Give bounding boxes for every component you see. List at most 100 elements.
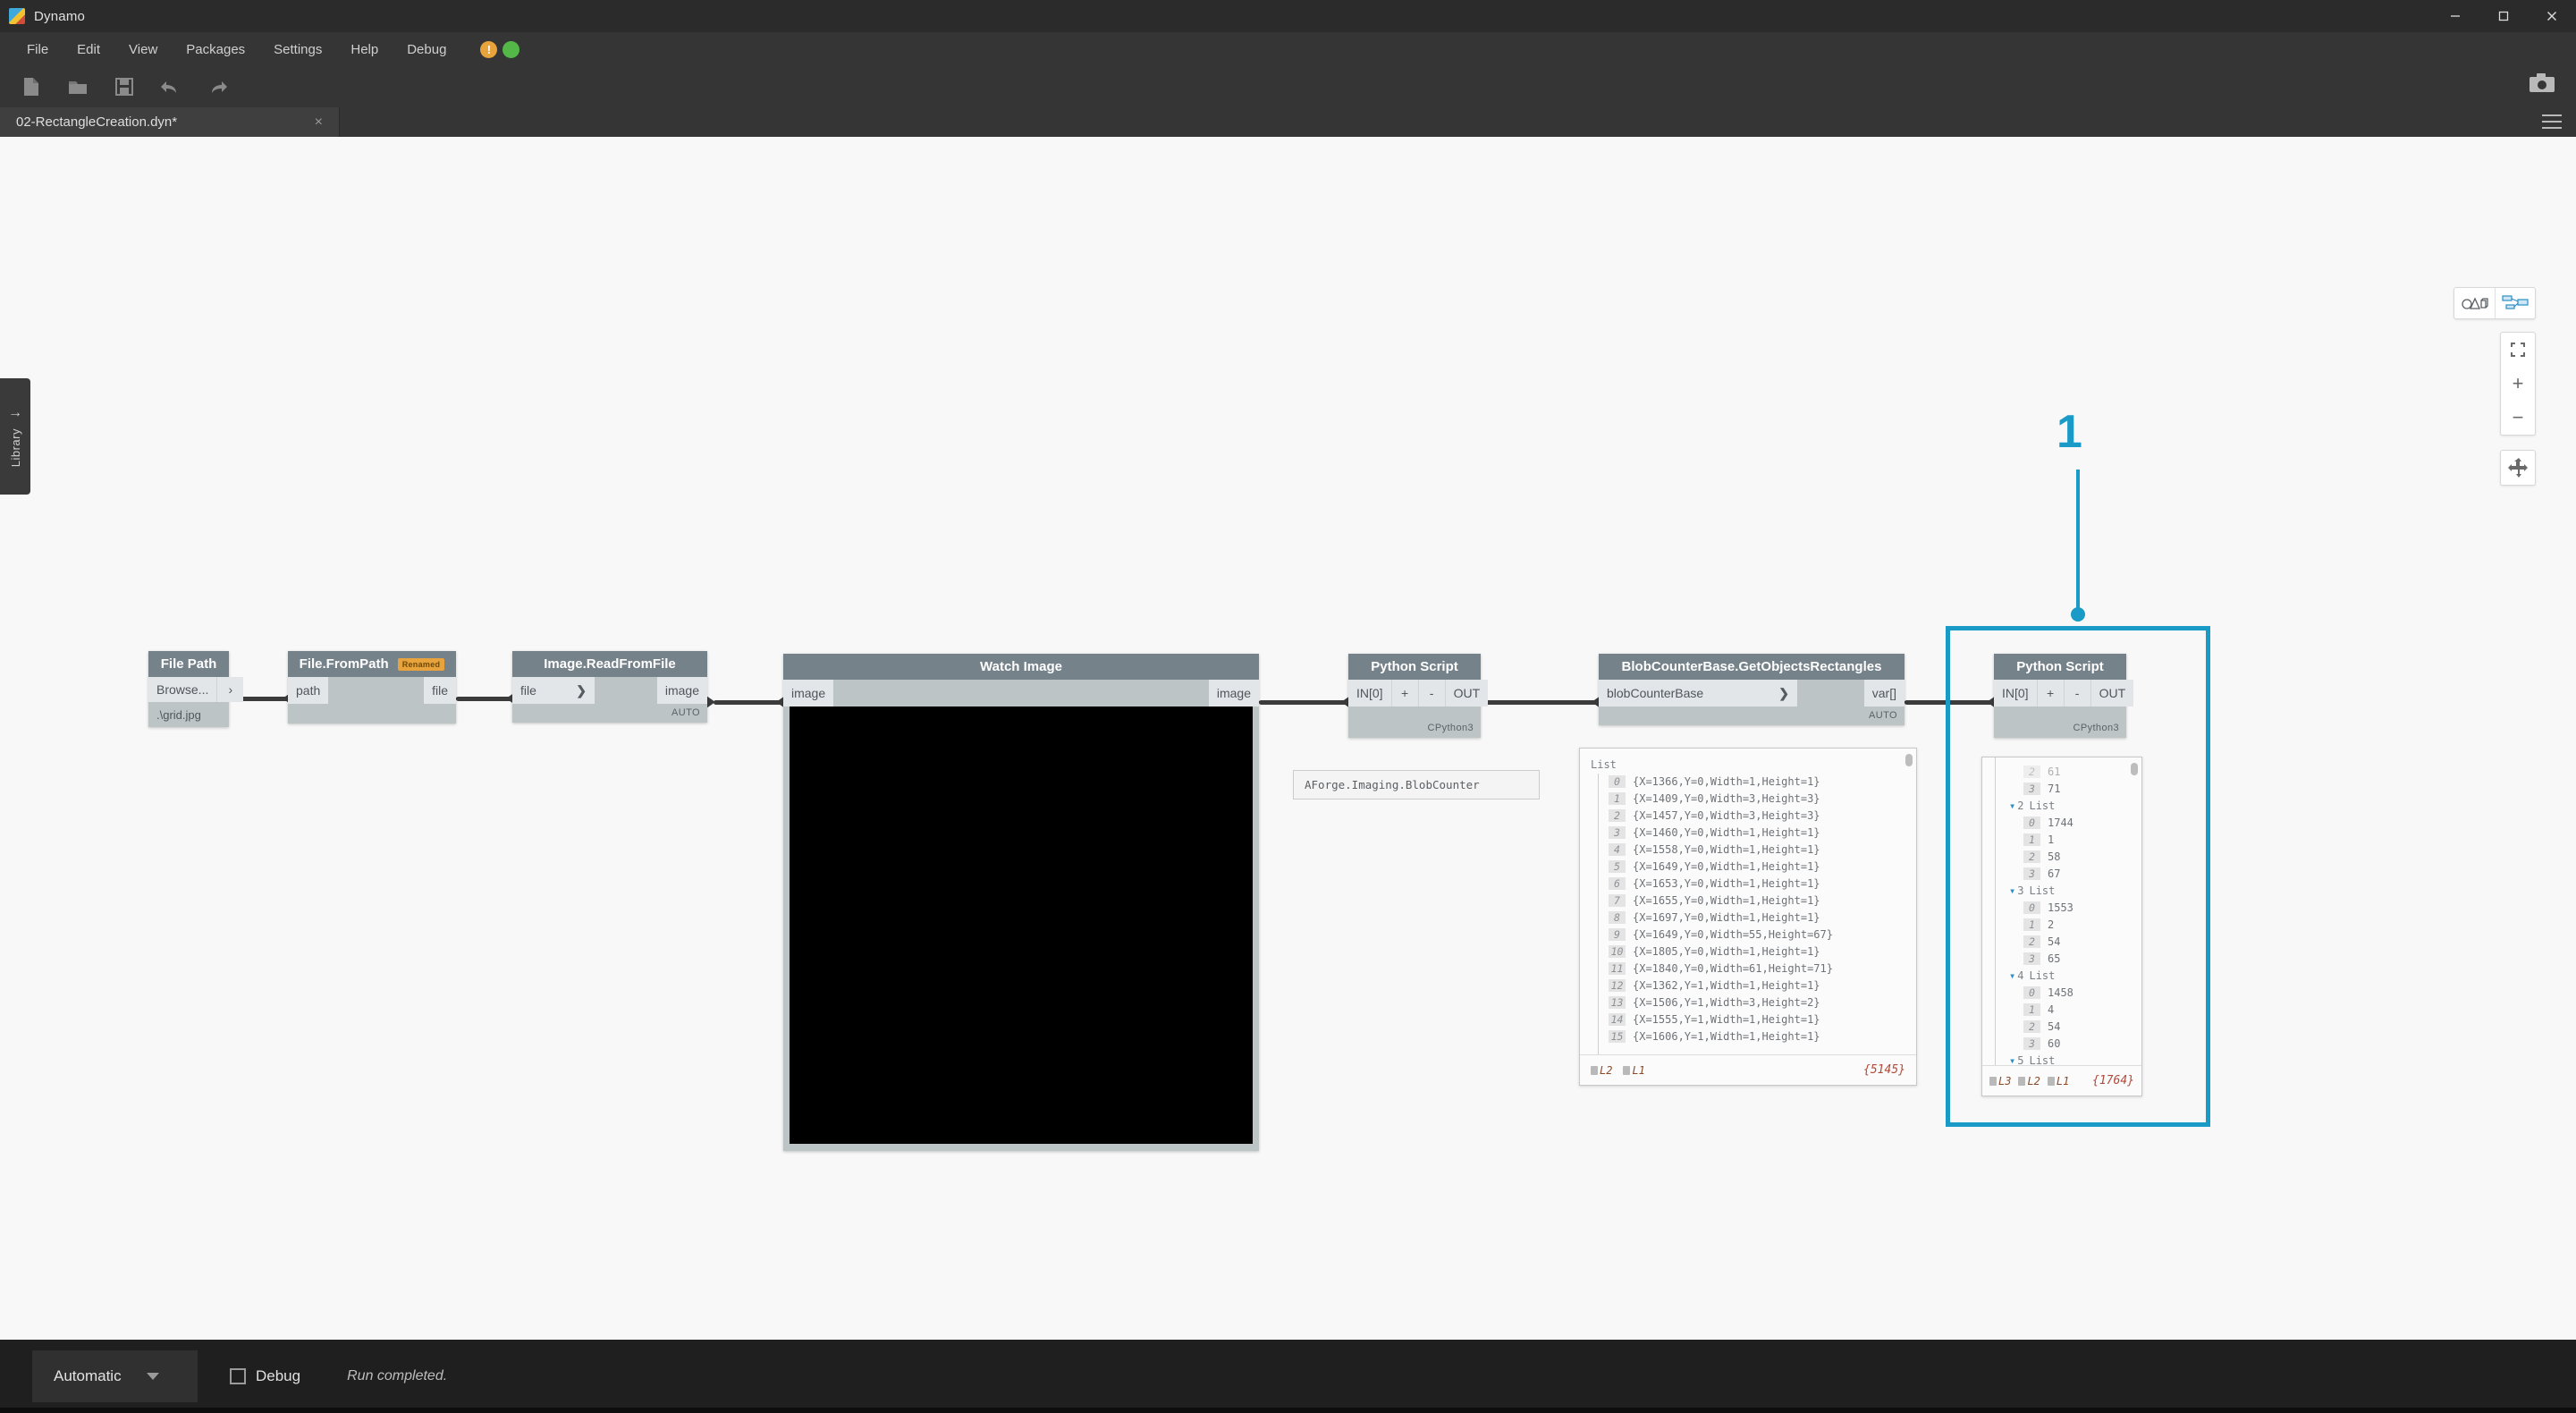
node-image-readfromfile[interactable]: Image.ReadFromFile file ❯ image AUTO bbox=[512, 651, 707, 723]
preview-group-row[interactable]: ▾ 2 List bbox=[1988, 797, 2134, 814]
output-port-var[interactable]: var[] bbox=[1863, 680, 1905, 706]
preview-row-index: 3 bbox=[1609, 825, 1626, 839]
node-file-path[interactable]: File Path Browse... › .\grid.jpg bbox=[148, 651, 244, 727]
level-chip-l1[interactable]: L1 bbox=[1623, 1064, 1645, 1077]
menu-item-help[interactable]: Help bbox=[336, 32, 393, 66]
output-port-image[interactable]: image bbox=[656, 677, 707, 704]
preview-row: 3 60 bbox=[1988, 1035, 2134, 1052]
chevron-right-icon: ❯ bbox=[576, 682, 587, 698]
add-input-button[interactable]: + bbox=[1390, 680, 1418, 706]
add-input-button[interactable]: + bbox=[2036, 680, 2064, 706]
input-port-blobcounterbase[interactable]: blobCounterBase ❯ bbox=[1599, 680, 1797, 706]
preview-panel-rectangles[interactable]: List 0 {X=1366,Y=0,Width=1,Height=1} 1 {X=1… bbox=[1579, 748, 1917, 1086]
zoom-out-button[interactable]: − bbox=[2501, 401, 2535, 435]
new-file-button[interactable] bbox=[13, 70, 50, 104]
menu-item-file[interactable]: File bbox=[13, 32, 63, 66]
title-bar: Dynamo bbox=[0, 0, 2576, 32]
hamburger-icon[interactable] bbox=[2542, 114, 2562, 129]
warning-notification-icon[interactable]: ! bbox=[480, 40, 498, 58]
pan-button[interactable] bbox=[2500, 450, 2536, 486]
wire-readfromfile-to-watch bbox=[714, 700, 783, 705]
node-blobcounterbase-getobjectsrectangles[interactable]: BlobCounterBase.GetObjectsRectangles blo… bbox=[1599, 654, 1905, 725]
maximize-button[interactable] bbox=[2479, 0, 2528, 32]
output-port-file[interactable]: file bbox=[424, 677, 456, 704]
input-port-path[interactable]: path bbox=[288, 677, 329, 704]
node-title: Python Script bbox=[1994, 654, 2126, 680]
preview-group-row[interactable]: ▾ 5 List bbox=[1988, 1052, 2134, 1066]
geometry-view-button[interactable] bbox=[2454, 288, 2495, 318]
browse-button[interactable]: Browse... bbox=[148, 677, 217, 702]
preview-row-value: {X=1655,Y=0,Width=1,Height=1} bbox=[1633, 893, 1820, 907]
minimize-button[interactable] bbox=[2431, 0, 2479, 32]
menu-item-packages[interactable]: Packages bbox=[172, 32, 259, 66]
debug-toggle[interactable]: Debug bbox=[230, 1367, 300, 1385]
preview-row-value: {X=1555,Y=1,Width=1,Height=1} bbox=[1633, 1012, 1820, 1026]
save-file-button[interactable] bbox=[106, 70, 143, 104]
menu-item-settings[interactable]: Settings bbox=[259, 32, 336, 66]
level-chip-l2[interactable]: L2 bbox=[2018, 1075, 2040, 1087]
preview-row-value: {X=1606,Y=1,Width=1,Height=1} bbox=[1633, 1029, 1820, 1043]
level-chip-l3[interactable]: L3 bbox=[1989, 1075, 2011, 1087]
preview-row: 12 {X=1362,Y=1,Width=1,Height=1} bbox=[1589, 977, 1907, 994]
chevron-down-icon[interactable]: ▾ bbox=[2009, 1054, 2015, 1066]
node-title: File Path bbox=[148, 651, 229, 677]
node-python-script-2[interactable]: Python Script IN[0] + - OUT CPython3 bbox=[1994, 654, 2134, 738]
input-port-file[interactable]: file ❯ bbox=[512, 677, 595, 704]
annotation-number: 1 bbox=[2057, 406, 2082, 458]
run-mode-dropdown[interactable]: Automatic bbox=[32, 1350, 198, 1402]
input-port-in0[interactable]: IN[0] bbox=[1994, 680, 2037, 706]
wire-watch-to-python1 bbox=[1259, 700, 1348, 705]
redo-button[interactable] bbox=[198, 70, 236, 104]
level-chip-l2[interactable]: L2 bbox=[1591, 1064, 1612, 1077]
menu-item-edit[interactable]: Edit bbox=[63, 32, 114, 66]
input-port-image[interactable]: image bbox=[783, 680, 834, 706]
preview-panel-lists[interactable]: 2 61 3 71 ▾ 2 List 0 1744 1 1 2 58 3 67 ▾ 3 List 0 1553 1 2 2 5… bbox=[1981, 757, 2142, 1096]
preview-row: 2 54 bbox=[1988, 933, 2134, 950]
close-icon[interactable]: × bbox=[299, 114, 339, 131]
preview-list-nested[interactable]: 2 61 3 71 ▾ 2 List 0 1744 1 1 2 58 3 67 ▾ 3 List 0 1553 1 2 2 5… bbox=[1982, 757, 2141, 1065]
node-title: BlobCounterBase.GetObjectsRectangles bbox=[1599, 654, 1905, 680]
view-toggle-group bbox=[2454, 287, 2536, 319]
preview-list-rectangles[interactable]: List 0 {X=1366,Y=0,Width=1,Height=1} 1 {X=1… bbox=[1580, 749, 1916, 1054]
menu-item-view[interactable]: View bbox=[114, 32, 172, 66]
output-port-out[interactable]: OUT bbox=[2090, 680, 2134, 706]
output-port-chevron[interactable]: › bbox=[216, 677, 244, 702]
preview-scrollbar-thumb[interactable] bbox=[1905, 754, 1913, 766]
node-python-script-1[interactable]: Python Script IN[0] + - OUT CPython3 bbox=[1348, 654, 1489, 738]
remove-input-button[interactable]: - bbox=[1417, 680, 1445, 706]
debug-checkbox[interactable] bbox=[230, 1368, 246, 1384]
open-file-button[interactable] bbox=[59, 70, 97, 104]
ok-notification-icon[interactable] bbox=[503, 40, 520, 58]
notification-indicators: ! bbox=[480, 40, 520, 58]
close-button[interactable] bbox=[2528, 0, 2576, 32]
preview-row-index: 3 bbox=[2023, 867, 2040, 880]
undo-button[interactable] bbox=[152, 70, 190, 104]
screenshot-button[interactable] bbox=[2528, 72, 2556, 99]
chevron-down-icon[interactable]: ▾ bbox=[2009, 969, 2015, 982]
zoom-to-fit-button[interactable] bbox=[2501, 333, 2535, 367]
chevron-down-icon[interactable]: ▾ bbox=[2009, 800, 2015, 812]
preview-row: 12 bbox=[1988, 916, 2134, 933]
output-port-out[interactable]: OUT bbox=[1444, 680, 1489, 706]
zoom-in-button[interactable]: + bbox=[2501, 367, 2535, 401]
output-port-image[interactable]: image bbox=[1208, 680, 1259, 706]
node-watch-image[interactable]: Watch Image image image bbox=[783, 654, 1259, 1151]
level-chip-l1[interactable]: L1 bbox=[2047, 1075, 2069, 1087]
preview-row: 11 {X=1840,Y=0,Width=61,Height=71} bbox=[1589, 960, 1907, 977]
node-file-frompath[interactable]: File.FromPath Renamed path file bbox=[288, 651, 456, 723]
chevron-down-icon[interactable]: ▾ bbox=[2009, 884, 2015, 897]
menu-item-debug[interactable]: Debug bbox=[393, 32, 460, 66]
preview-row-value: {X=1366,Y=0,Width=1,Height=1} bbox=[1633, 774, 1820, 788]
wire-frompath-to-readfromfile bbox=[456, 697, 513, 701]
preview-group-row[interactable]: ▾ 4 List bbox=[1988, 967, 2134, 984]
graph-view-button[interactable] bbox=[2495, 288, 2535, 318]
graph-canvas[interactable]: → Library + − 1 File Path Browse... › .\… bbox=[0, 137, 2576, 1340]
remove-input-button[interactable]: - bbox=[2063, 680, 2090, 706]
tab-02-rectanglecreation[interactable]: 02-RectangleCreation.dyn* × bbox=[0, 107, 340, 137]
preview-row-value: 54 bbox=[2048, 1020, 2061, 1033]
preview-row-index: 1 bbox=[2023, 1003, 2040, 1016]
input-port-in0[interactable]: IN[0] bbox=[1348, 680, 1391, 706]
preview-group-row[interactable]: ▾ 3 List bbox=[1988, 882, 2134, 899]
library-panel-toggle[interactable]: → Library bbox=[0, 378, 30, 495]
node-run-mode: AUTO bbox=[1869, 710, 1897, 721]
